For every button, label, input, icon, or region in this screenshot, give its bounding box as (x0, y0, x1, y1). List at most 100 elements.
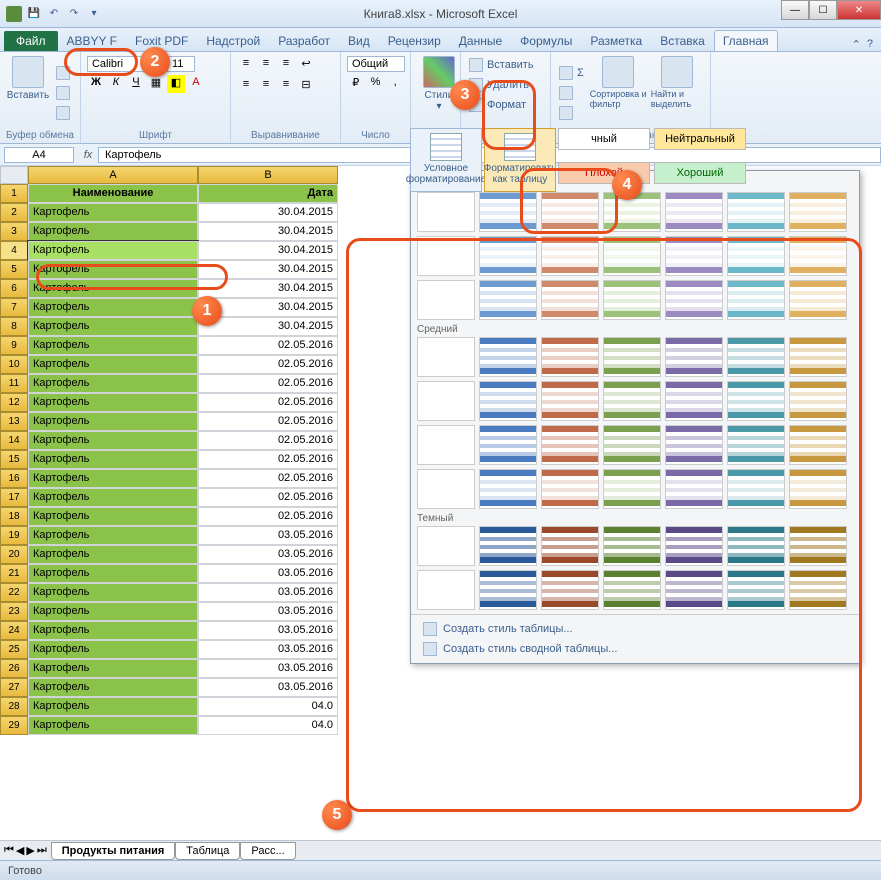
row-header[interactable]: 24 (0, 621, 28, 640)
cell[interactable]: Картофель (28, 697, 198, 716)
table-style-swatch[interactable] (789, 192, 847, 232)
find-select-button[interactable]: Найти и выделить (651, 56, 704, 130)
table-style-swatch[interactable] (603, 526, 661, 566)
header-cell[interactable]: Дата (198, 184, 338, 203)
minimize-button[interactable]: — (781, 0, 809, 20)
number-format-select[interactable]: Общий (347, 56, 405, 72)
row-header[interactable]: 12 (0, 393, 28, 412)
font-size-input[interactable]: 11 (167, 56, 195, 72)
select-all-corner[interactable] (0, 166, 28, 184)
row-header[interactable]: 26 (0, 659, 28, 678)
row-header[interactable]: 4 (0, 241, 28, 260)
sheet-tab[interactable]: Продукты питания (51, 842, 176, 860)
row-header[interactable]: 25 (0, 640, 28, 659)
table-style-swatch[interactable] (417, 192, 475, 232)
cell[interactable]: 02.05.2016 (198, 450, 338, 469)
table-style-swatch[interactable] (417, 469, 475, 509)
cell[interactable]: Картофель (28, 640, 198, 659)
table-style-swatch[interactable] (727, 469, 785, 509)
close-button[interactable]: ✕ (837, 0, 881, 20)
cell[interactable]: 03.05.2016 (198, 545, 338, 564)
table-style-swatch[interactable] (417, 280, 475, 320)
table-style-swatch[interactable] (479, 337, 537, 377)
col-header-B[interactable]: B (198, 166, 338, 184)
table-style-swatch[interactable] (665, 236, 723, 276)
merge-button[interactable]: ⊟ (297, 77, 315, 95)
row-header[interactable]: 13 (0, 412, 28, 431)
table-style-swatch[interactable] (665, 425, 723, 465)
sheet-nav-first[interactable]: ⏮ (4, 844, 14, 857)
currency-button[interactable]: ₽ (347, 75, 365, 93)
save-icon[interactable]: 💾 (26, 6, 42, 22)
fx-icon[interactable]: fx (78, 149, 98, 161)
cell[interactable]: 03.05.2016 (198, 659, 338, 678)
row-header[interactable]: 9 (0, 336, 28, 355)
cell[interactable]: Картофель (28, 298, 198, 317)
cut-button[interactable] (54, 64, 72, 82)
align-right-button[interactable]: ≡ (277, 77, 295, 95)
cell[interactable]: Картофель (28, 507, 198, 526)
percent-button[interactable]: % (367, 75, 385, 93)
row-header[interactable]: 8 (0, 317, 28, 336)
table-style-swatch[interactable] (479, 526, 537, 566)
ribbon-tab[interactable]: Рецензир (379, 30, 450, 51)
italic-button[interactable]: К (107, 75, 125, 93)
align-center-button[interactable]: ≡ (257, 77, 275, 95)
ribbon-tab[interactable]: Вид (339, 30, 379, 51)
cell[interactable]: Картофель (28, 469, 198, 488)
row-header[interactable]: 23 (0, 602, 28, 621)
cell[interactable]: Картофель (28, 564, 198, 583)
table-style-swatch[interactable] (417, 337, 475, 377)
cell[interactable]: Картофель (28, 450, 198, 469)
cell[interactable]: Картофель (28, 317, 198, 336)
sheet-tab[interactable]: Расс... (240, 842, 295, 860)
cell[interactable]: 02.05.2016 (198, 355, 338, 374)
table-style-swatch[interactable] (417, 425, 475, 465)
table-style-swatch[interactable] (727, 192, 785, 232)
cell[interactable]: 30.04.2015 (198, 203, 338, 222)
new-table-style[interactable]: Создать стиль таблицы... (419, 619, 851, 639)
cell[interactable]: 04.0 (198, 716, 338, 735)
row-header[interactable]: 28 (0, 697, 28, 716)
redo-icon[interactable]: ↷ (66, 6, 82, 22)
table-style-swatch[interactable] (417, 570, 475, 610)
table-style-swatch[interactable] (479, 425, 537, 465)
table-style-swatch[interactable] (789, 469, 847, 509)
new-pivot-style[interactable]: Создать стиль сводной таблицы... (419, 639, 851, 659)
table-style-swatch[interactable] (789, 526, 847, 566)
ribbon-tab[interactable]: Главная (714, 30, 778, 51)
table-style-swatch[interactable] (665, 381, 723, 421)
help-icon[interactable]: ? (867, 38, 873, 51)
table-style-swatch[interactable] (665, 280, 723, 320)
cell[interactable]: 03.05.2016 (198, 602, 338, 621)
cell[interactable]: 02.05.2016 (198, 431, 338, 450)
table-style-swatch[interactable] (665, 570, 723, 610)
cell[interactable]: 02.05.2016 (198, 412, 338, 431)
table-style-swatch[interactable] (541, 236, 599, 276)
row-header[interactable]: 14 (0, 431, 28, 450)
cell[interactable]: 30.04.2015 (198, 222, 338, 241)
row-header[interactable]: 5 (0, 260, 28, 279)
align-bot-button[interactable]: ≡ (277, 56, 295, 74)
cell[interactable]: 02.05.2016 (198, 393, 338, 412)
row-header[interactable]: 22 (0, 583, 28, 602)
cell-style[interactable]: Нейтральный (654, 128, 746, 150)
cell[interactable]: 02.05.2016 (198, 374, 338, 393)
cell[interactable]: 03.05.2016 (198, 583, 338, 602)
row-header[interactable]: 10 (0, 355, 28, 374)
cell[interactable]: Картофель (28, 602, 198, 621)
row-header[interactable]: 7 (0, 298, 28, 317)
table-style-swatch[interactable] (603, 570, 661, 610)
row-header[interactable]: 11 (0, 374, 28, 393)
table-style-swatch[interactable] (789, 425, 847, 465)
ribbon-tab[interactable]: Надстрой (197, 30, 269, 51)
row-header[interactable]: 15 (0, 450, 28, 469)
cell[interactable]: Картофель (28, 374, 198, 393)
row-header[interactable]: 6 (0, 279, 28, 298)
cell[interactable]: Картофель (28, 222, 198, 241)
table-style-swatch[interactable] (479, 192, 537, 232)
ribbon-tab[interactable]: Вставка (651, 30, 714, 51)
fill-color-button[interactable]: ◧ (167, 75, 185, 93)
cell[interactable]: Картофель (28, 412, 198, 431)
table-style-swatch[interactable] (541, 192, 599, 232)
